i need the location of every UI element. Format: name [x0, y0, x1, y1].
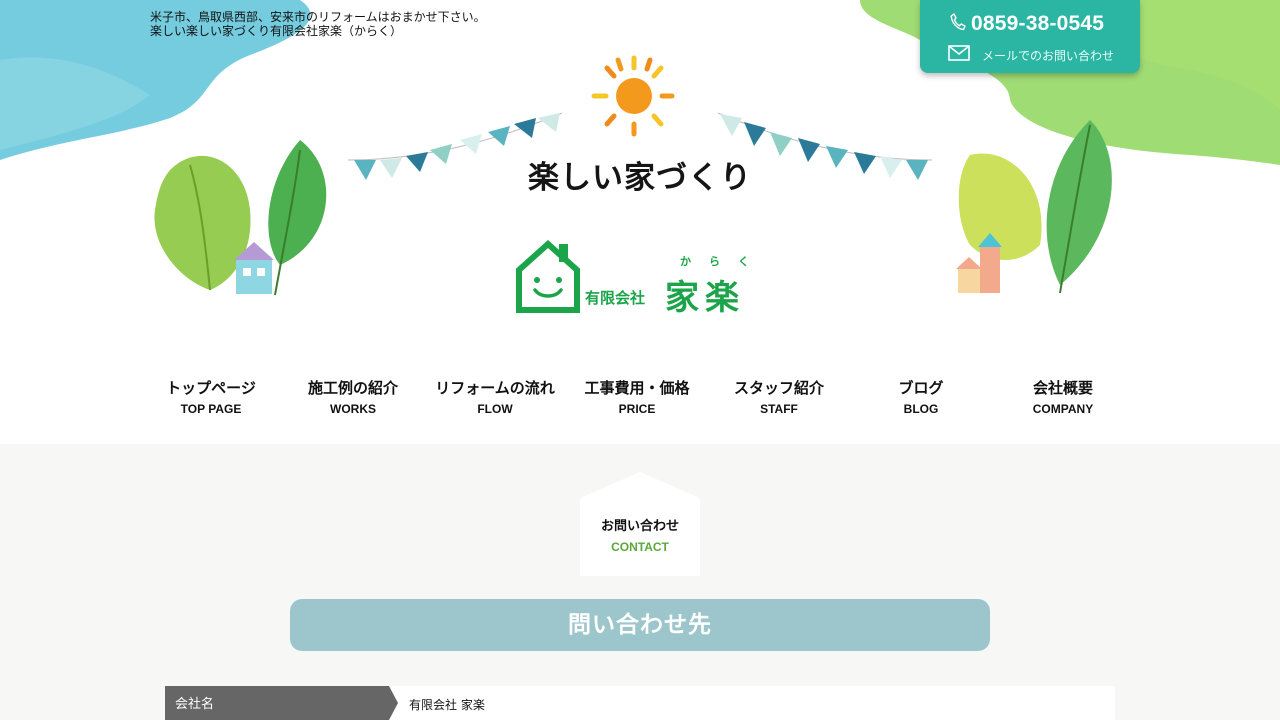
nav-item-flow[interactable]: リフォームの流れ FLOW [424, 378, 566, 424]
page-heading-en: CONTACT [611, 540, 669, 554]
nav-label-en: STAFF [760, 402, 798, 416]
nav-label-en: WORKS [330, 402, 376, 416]
nav-label-jp: ブログ [898, 379, 944, 397]
header-cell-arrow [389, 686, 398, 720]
nav-item-staff[interactable]: スタッフ紹介 STAFF [708, 378, 850, 424]
table-header-cell: 会社名 [165, 686, 389, 720]
section-title-bar: 問い合わせ先 [290, 599, 990, 651]
nav-item-company[interactable]: 会社概要 COMPANY [992, 378, 1134, 424]
company-logo[interactable]: からく 有限会社 家楽 [515, 240, 770, 318]
main-nav: トップページ TOP PAGE 施工例の紹介 WORKS リフォームの流れ FL… [140, 378, 1140, 424]
nav-item-price[interactable]: 工事費用・価格 PRICE [566, 378, 708, 424]
nav-label-jp: トップページ [166, 379, 256, 397]
house-logo-icon [516, 240, 580, 313]
logo-ruby: からく [680, 255, 767, 268]
leaves-left-illustration [154, 140, 327, 296]
table-value-cell: 有限会社 家楽 [409, 698, 485, 712]
main-content: お問い合わせ CONTACT 問い合わせ先 会社名 有限会社 家楽 [0, 444, 1280, 720]
tagline-line1: 米子市、鳥取県西部、安来市のリフォームはおまかせ下さい。 [150, 10, 486, 24]
nav-label-jp: 施工例の紹介 [307, 379, 398, 397]
mail-icon [948, 45, 970, 65]
page-heading-jp: お問い合わせ [600, 519, 679, 534]
logo-company-name: 家楽 [665, 278, 745, 318]
nav-label-jp: 工事費用・価格 [584, 379, 690, 397]
brand-title: 楽しい家づくり [528, 160, 752, 196]
tagline-line2: 楽しい楽しい家づくり有限会社家楽（からく） [150, 24, 403, 38]
site-header: 米子市、鳥取県西部、安来市のリフォームはおまかせ下さい。 楽しい楽しい家づくり有… [0, 0, 1280, 444]
mail-link[interactable]: メールでのお問い合わせ [948, 44, 1114, 66]
leaves-right-illustration [956, 120, 1112, 294]
nav-label-en: FLOW [477, 402, 513, 416]
phone-icon [950, 13, 966, 35]
phone-link[interactable]: 0859-38-0545 [950, 10, 1104, 38]
page-heading: お問い合わせ CONTACT [580, 518, 700, 558]
nav-label-en: PRICE [618, 402, 656, 416]
nav-item-top[interactable]: トップページ TOP PAGE [140, 378, 282, 424]
nav-label-jp: 会社概要 [1032, 379, 1093, 397]
nav-item-works[interactable]: 施工例の紹介 WORKS [282, 378, 424, 424]
site-tagline: 米子市、鳥取県西部、安来市のリフォームはおまかせ下さい。 楽しい楽しい家づくり有… [150, 10, 486, 38]
mail-label: メールでのお問い合わせ [982, 48, 1115, 63]
table-row: 会社名 有限会社 家楽 [165, 686, 1115, 720]
phone-number: 0859-38-0545 [971, 12, 1105, 35]
contact-box[interactable]: 0859-38-0545 メールでのお問い合わせ [920, 0, 1140, 73]
nav-label-jp: リフォームの流れ [435, 379, 555, 397]
nav-label-en: COMPANY [1032, 402, 1094, 416]
logo-company-type: 有限会社 [585, 289, 646, 307]
nav-label-en: BLOG [903, 402, 939, 416]
nav-item-blog[interactable]: ブログ BLOG [850, 378, 992, 424]
nav-label-jp: スタッフ紹介 [733, 379, 824, 397]
nav-label-en: TOP PAGE [180, 402, 242, 416]
